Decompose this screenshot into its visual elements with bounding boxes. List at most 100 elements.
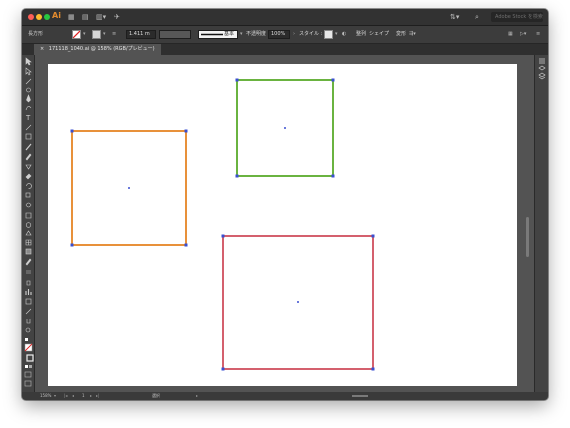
minimize-window-button[interactable]	[36, 14, 42, 20]
panel-options-icon[interactable]: ▷▾	[520, 31, 526, 38]
transform-button[interactable]: 変形	[396, 31, 406, 38]
fill-swatch[interactable]	[72, 30, 81, 39]
pencil-tool-icon	[25, 153, 32, 161]
stock-search-input[interactable]: Adobe Stock を検索	[491, 12, 543, 22]
brush-dropdown-icon[interactable]: ▾	[240, 31, 243, 38]
eyedropper-tool-icon	[25, 258, 32, 266]
red-rectangle-anchors	[221, 234, 375, 371]
type-tool-icon: T	[25, 114, 31, 122]
perspective-grid-tool-icon	[25, 230, 32, 236]
screen-mode-icon	[24, 380, 32, 387]
workspace-switcher-icon[interactable]: ⇅▾	[450, 13, 459, 21]
stroke-weight-field[interactable]: 1.411 m	[126, 30, 156, 39]
opacity-dropdown-icon[interactable]: ›	[293, 31, 295, 38]
gradient-mode-icon	[29, 365, 32, 368]
zoom-tool-icon	[25, 327, 31, 333]
close-tab-icon[interactable]: ×	[40, 46, 44, 52]
title-bar: Ai ▦ ▤ ▥▾ ✈ ⇅▾ ⌕ Adobe Stock を検索	[22, 9, 548, 26]
opacity-field[interactable]: 100%	[268, 30, 290, 39]
gpu-rocket-icon[interactable]: ✈	[114, 13, 120, 21]
status-menu-icon[interactable]: ▸	[196, 392, 198, 400]
paintbrush-tool-icon	[25, 143, 32, 151]
current-tool-status: 選択	[152, 393, 160, 398]
arrange-documents-icon[interactable]: ▥▾	[96, 13, 106, 21]
artwork[interactable]	[48, 64, 517, 386]
variable-width-profile[interactable]	[159, 30, 191, 39]
search-help-icon[interactable]: ⌕	[475, 13, 479, 21]
arrange-icon[interactable]: ▦	[508, 31, 513, 38]
default-colors-icon	[25, 338, 28, 341]
artboard-number[interactable]: 1	[82, 392, 85, 400]
zoom-window-button[interactable]	[44, 14, 50, 20]
stroke-panel-icon[interactable]: ≡	[112, 31, 116, 38]
close-window-button[interactable]	[28, 14, 34, 20]
hand-tool-icon	[26, 319, 31, 324]
stroke-dropdown-icon[interactable]: ▾	[103, 31, 106, 38]
collapsed-panels-dock	[534, 55, 548, 392]
vertical-scrollbar[interactable]	[522, 55, 533, 392]
stroke-style-label: 基本	[224, 31, 235, 37]
zoom-level[interactable]: 158%	[40, 392, 51, 400]
opacity-label: 不透明度 :	[246, 31, 270, 37]
green-rectangle-anchors	[235, 78, 335, 178]
shape-builder-tool-icon	[25, 222, 32, 228]
red-rectangle[interactable]	[221, 234, 375, 371]
mesh-tool-icon	[25, 239, 32, 246]
stroke-swatch[interactable]	[92, 30, 101, 39]
control-bar-menu-icon[interactable]: ≡	[536, 31, 540, 38]
recolor-artwork-icon[interactable]: ◐	[342, 31, 346, 38]
control-bar: 長方形 ▾ ▾ ≡ 1.411 m 基本 ▾ 不透明度 : 100% › スタイ…	[22, 26, 548, 44]
curvature-tool-icon	[25, 106, 32, 111]
document-tab-title: 171118_1040.ai @ 158% (RGB/プレビュー)	[48, 46, 155, 52]
isolate-group-icon[interactable]: ⇶▾	[409, 31, 416, 38]
artboard-canvas[interactable]	[48, 64, 517, 386]
free-transform-tool-icon	[25, 212, 32, 219]
artboard-nav-prev-icon[interactable]: ◂	[72, 392, 74, 400]
vertical-scroll-thumb[interactable]	[526, 217, 529, 257]
stroke-preview-line	[201, 33, 223, 36]
artboard-nav-last-icon[interactable]: ▸|	[96, 392, 99, 400]
eraser-tool-icon	[25, 173, 32, 180]
document-tab-bar: × 171118_1040.ai @ 158% (RGB/プレビュー)	[22, 44, 548, 55]
illustrator-window: Ai ▦ ▤ ▥▾ ✈ ⇅▾ ⌕ Adobe Stock を検索 長方形 ▾ ▾…	[22, 9, 548, 400]
layers-panel-icon	[538, 72, 546, 80]
document-tab[interactable]: × 171118_1040.ai @ 158% (RGB/プレビュー)	[34, 44, 161, 55]
stock-icon[interactable]: ▤	[82, 13, 89, 21]
line-tool-icon	[25, 124, 32, 131]
artboard-nav-first-icon[interactable]: |◂	[64, 392, 67, 400]
bridge-icon[interactable]: ▦	[68, 13, 75, 21]
align-button[interactable]: 整列	[356, 31, 366, 38]
artboard-nav-next-icon[interactable]: ▸	[90, 392, 92, 400]
selection-tool-icon	[25, 57, 32, 66]
direct-selection-tool-icon	[25, 67, 32, 76]
fill-dropdown-icon[interactable]: ▾	[83, 31, 86, 38]
no-fill-icon	[73, 31, 80, 38]
tool-icons[interactable]: T	[22, 55, 35, 392]
slice-tool-icon	[25, 308, 32, 315]
orange-rectangle-anchors	[70, 129, 188, 247]
pen-tool-icon	[26, 94, 31, 103]
column-graph-tool-icon	[25, 289, 32, 295]
gradient-tool-icon	[25, 248, 32, 255]
app-logo: Ai	[52, 11, 61, 20]
shaper-tool-icon	[25, 164, 32, 170]
symbol-sprayer-tool-icon	[26, 280, 31, 286]
draw-mode-icon	[24, 371, 32, 378]
zoom-dropdown-icon[interactable]: ▾	[54, 392, 56, 400]
rectangle-tool-icon	[25, 133, 32, 140]
scale-tool-icon	[25, 192, 31, 198]
horizontal-scroll-thumb[interactable]	[352, 395, 368, 397]
brush-definition-field[interactable]: 基本	[198, 30, 238, 39]
green-rectangle[interactable]	[235, 78, 335, 178]
libraries-panel-icon	[538, 65, 546, 71]
orange-rectangle[interactable]	[70, 129, 188, 247]
selection-type-label: 長方形	[28, 31, 44, 37]
stroke-color-icon	[26, 354, 34, 362]
blend-tool-icon	[26, 270, 31, 274]
graphic-style-swatch[interactable]	[324, 30, 333, 39]
magic-wand-tool-icon	[25, 78, 32, 85]
style-dropdown-icon[interactable]: ▾	[335, 31, 338, 38]
status-bar: 158% ▾ |◂ ◂ 1 ▸ ▸| 選択 ▸	[22, 392, 548, 400]
shape-button[interactable]: シェイプ	[369, 31, 389, 38]
width-tool-icon	[25, 202, 32, 208]
